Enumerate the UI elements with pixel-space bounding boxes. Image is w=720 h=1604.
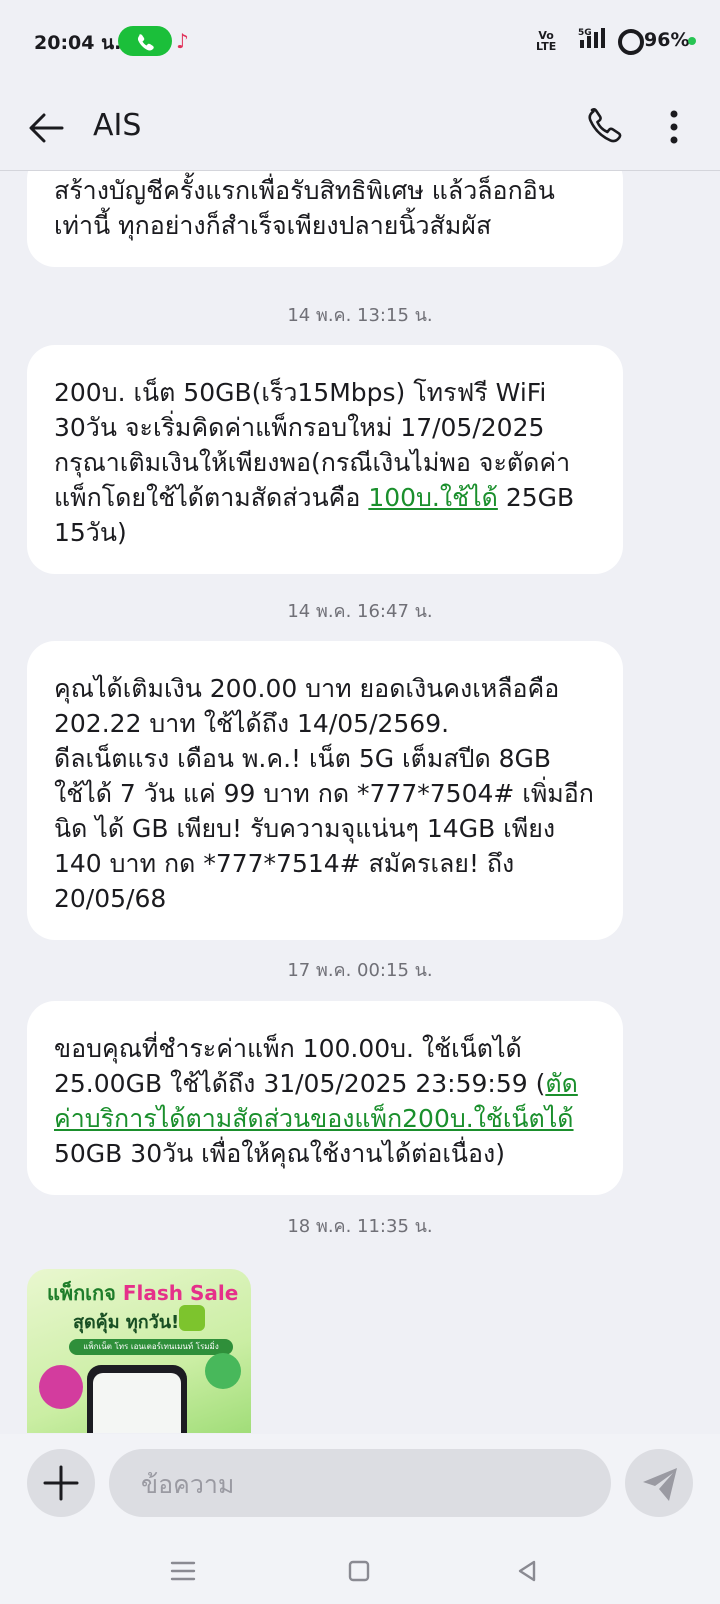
message-list[interactable]: สร้างบัญชีครั้งแรกเพื่อรับสิทธิพิเศษ แล้… xyxy=(0,171,720,1433)
system-navigation-bar xyxy=(0,1538,720,1604)
message-text: ขอบคุณที่ชำระค่าแพ็ก 100.00บ. ใช้เน็ตได้… xyxy=(54,1034,578,1168)
home-button[interactable] xyxy=(344,1556,374,1586)
back-nav-button[interactable] xyxy=(512,1556,542,1586)
message-text: 200บ. เน็ต 50GB(เร็ว15Mbps) โทรฟรี WiFi … xyxy=(54,378,575,547)
promo-subhead: สุดคุ้ม ทุกวัน! xyxy=(73,1312,180,1333)
more-options-button[interactable] xyxy=(656,104,692,150)
tiktok-icon: ♪ xyxy=(176,29,189,53)
promo-strip: แพ็กเน็ต โทร เอนเตอร์เทนเมนท์ โรมมิ่ง xyxy=(69,1339,233,1355)
triangle-back-icon xyxy=(518,1560,536,1582)
clock: 20:04 น. xyxy=(34,32,122,54)
privacy-dot-icon xyxy=(688,37,696,45)
square-icon xyxy=(348,1560,370,1582)
promo-headline: แพ็กเกจ Flash Sale xyxy=(47,1281,239,1305)
recent-apps-button[interactable] xyxy=(166,1556,200,1586)
call-button[interactable] xyxy=(580,104,626,150)
contact-name: AIS xyxy=(93,108,142,143)
message-bubble[interactable]: ขอบคุณที่ชำระค่าแพ็ก 100.00บ. ใช้เน็ตได้… xyxy=(27,1001,623,1195)
message-timestamp: 17 พ.ค. 00:15 น. xyxy=(287,960,433,981)
message-input[interactable] xyxy=(139,1449,583,1519)
message-timestamp: 14 พ.ค. 13:15 น. xyxy=(287,305,433,326)
ongoing-call-indicator[interactable] xyxy=(118,26,172,56)
arrow-left-icon xyxy=(29,113,64,143)
promo-image[interactable]: แพ็กเกจ Flash Sale สุดคุ้ม ทุกวัน! แพ็กเ… xyxy=(27,1269,251,1433)
battery-percent: 96% xyxy=(644,29,690,51)
message-input-container[interactable] xyxy=(109,1449,611,1519)
composer-bar xyxy=(0,1434,720,1538)
message-timestamp: 18 พ.ค. 11:35 น. xyxy=(287,1216,433,1237)
message-text: ดีลเน็ตแรง เดือน พ.ค.! เน็ต 5G เต็มสปีด … xyxy=(54,744,594,913)
back-button[interactable] xyxy=(24,106,68,150)
message-text: คุณได้เติมเงิน 200.00 บาท ยอดเงินคงเหลือ… xyxy=(54,674,560,738)
message-timestamp: 14 พ.ค. 16:47 น. xyxy=(287,601,433,622)
message-bubble[interactable]: คุณได้เติมเงิน 200.00 บาท ยอดเงินคงเหลือ… xyxy=(27,641,623,940)
volte-icon: Vo LTE xyxy=(536,29,557,53)
more-vertical-icon xyxy=(670,110,678,144)
app-logo-icon xyxy=(179,1305,205,1331)
plus-icon xyxy=(43,1465,79,1501)
status-bar: 20:04 น. ♪ Vo LTE 5G 96% xyxy=(0,0,720,84)
attach-button[interactable] xyxy=(27,1449,95,1517)
menu-icon xyxy=(170,1561,196,1581)
message-link[interactable]: 100บ.ใช้ได้ xyxy=(368,483,498,512)
message-bubble[interactable]: สร้างบัญชีครั้งแรกเพื่อรับสิทธิพิเศษ แล้… xyxy=(27,171,623,267)
airplane-icon xyxy=(205,1353,241,1389)
phone-icon xyxy=(137,34,154,51)
conversation-header: AIS xyxy=(0,84,720,171)
globe-icon xyxy=(39,1365,83,1409)
battery-ring-icon xyxy=(618,29,644,55)
send-icon xyxy=(643,1468,677,1501)
send-button[interactable] xyxy=(625,1449,693,1517)
message-text: สร้างบัญชีครั้งแรกเพื่อรับสิทธิพิเศษ แล้… xyxy=(54,176,555,240)
message-bubble[interactable]: 200บ. เน็ต 50GB(เร็ว15Mbps) โทรฟรี WiFi … xyxy=(27,345,623,574)
phone-screen-illustration xyxy=(93,1373,181,1433)
phone-icon xyxy=(588,108,622,143)
signal-icon: 5G xyxy=(578,26,614,54)
